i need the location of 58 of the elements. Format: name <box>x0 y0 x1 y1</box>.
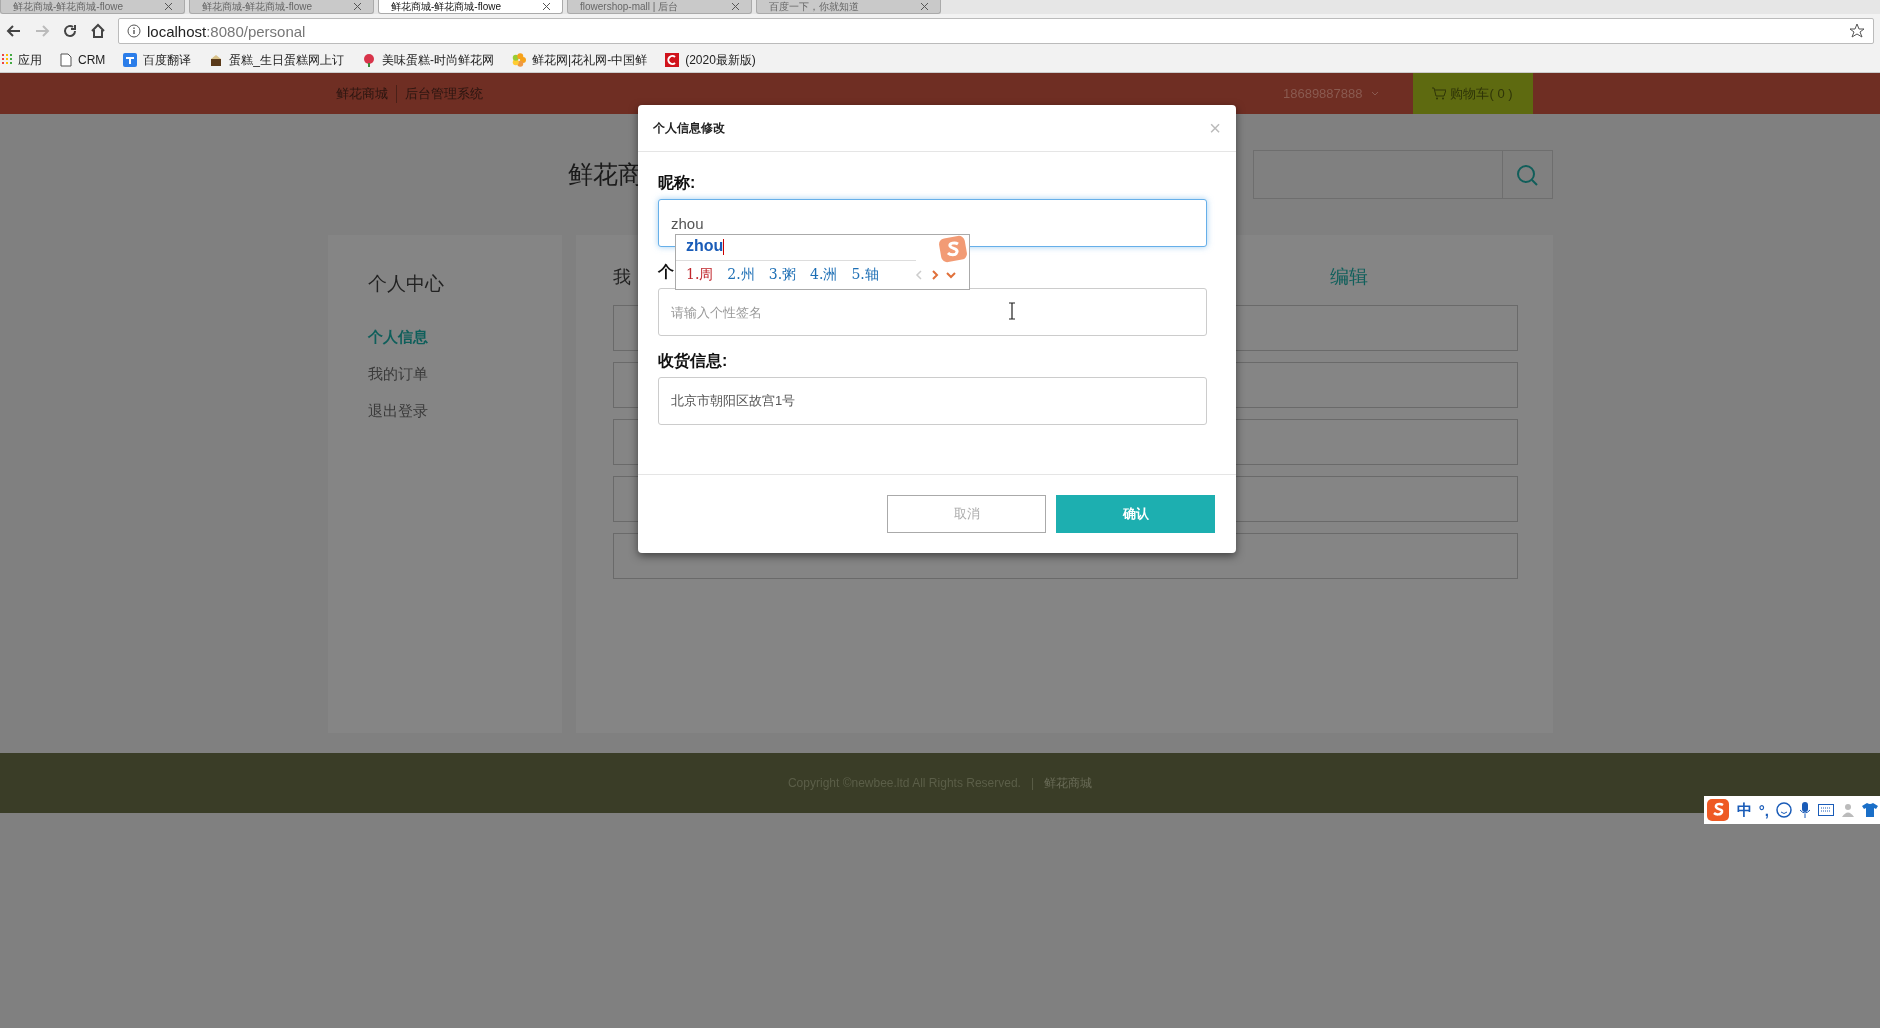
close-icon[interactable] <box>354 3 361 10</box>
browser-tab[interactable]: 鲜花商城-鲜花商城-flowe <box>0 0 185 14</box>
smiley-icon[interactable] <box>1776 802 1792 818</box>
field-label: 个 <box>658 262 674 282</box>
url-text: localhost:8080/personal <box>147 22 307 40</box>
bookmark-logo-icon <box>665 53 680 67</box>
microphone-icon[interactable] <box>1799 802 1811 818</box>
ime-candidate[interactable]: 4.洲 <box>810 266 838 284</box>
caret-icon <box>1370 90 1379 97</box>
home-icon <box>90 23 106 39</box>
bookmark-link[interactable]: (2020最新版) <box>685 51 756 69</box>
bookmark-link[interactable]: 应用 <box>18 51 42 69</box>
input-field[interactable]: 请输入个性签名 <box>658 288 1207 336</box>
keyboard-icon[interactable] <box>1818 804 1834 816</box>
ime-mode[interactable]: 中 <box>1736 800 1752 820</box>
section-heading: 我 <box>612 266 631 289</box>
close-icon[interactable] <box>165 3 172 10</box>
browser-tab[interactable]: flowershop-mall | 后台 <box>567 0 752 14</box>
forward-arrow-icon <box>34 23 50 39</box>
back-arrow-icon <box>6 23 22 39</box>
browser-tab[interactable]: 鲜花商城-鲜花商城-flowe <box>378 0 563 14</box>
close-icon[interactable] <box>921 3 928 10</box>
rose-icon <box>362 53 376 67</box>
sidebar-title: 个人中心 <box>367 272 445 296</box>
translate-icon <box>123 53 138 67</box>
address-bar[interactable]: localhost:8080/personal <box>118 18 1874 44</box>
info-icon <box>127 24 141 38</box>
footer-separator: | <box>1030 776 1035 790</box>
ime-candidate[interactable]: 2.州 <box>727 266 755 284</box>
flower-icon <box>512 53 526 67</box>
bookmark-link[interactable]: 蛋糕_生日蛋糕网上订 <box>229 51 344 69</box>
input-field[interactable]: 北京市朝阳区故宫1号 <box>658 377 1207 425</box>
star-icon <box>1849 23 1865 39</box>
bookmark-link[interactable]: 百度翻译 <box>143 51 192 69</box>
page-icon <box>60 53 72 67</box>
ime-candidate[interactable]: 1.周 <box>686 266 714 284</box>
sidebar-item[interactable]: 退出登录 <box>367 402 522 421</box>
ime-candidate[interactable]: 3.粥 <box>768 266 797 284</box>
apps-grid-icon <box>2 54 12 66</box>
field-label: 收货信息: <box>658 351 728 372</box>
dialog-title: 个人信息修改 <box>653 119 725 137</box>
text-cursor-icon <box>1008 302 1016 320</box>
bookmark-link[interactable]: 美味蛋糕-时尚鲜花网 <box>382 51 494 69</box>
field-label: 昵称: <box>658 173 696 193</box>
reload-icon <box>62 23 78 39</box>
ime-punctuation[interactable]: °, <box>1758 801 1769 819</box>
close-icon[interactable] <box>732 3 739 10</box>
shirt-icon[interactable] <box>1862 802 1878 818</box>
bookmark-link[interactable]: CRM <box>78 53 106 67</box>
bookmark-link[interactable]: 鲜花网|花礼网-中国鲜 <box>532 51 648 69</box>
browser-tab[interactable]: 鲜花商城-鲜花商城-flowe <box>189 0 374 14</box>
cart-icon <box>1432 87 1447 100</box>
cake-icon <box>209 53 224 67</box>
search-icon <box>1515 162 1539 187</box>
ime-composition: zhou <box>676 235 916 261</box>
sidebar-item[interactable]: 我的订单 <box>367 365 522 384</box>
close-icon[interactable] <box>543 3 550 10</box>
ime-candidate[interactable]: 5.轴 <box>851 266 879 284</box>
